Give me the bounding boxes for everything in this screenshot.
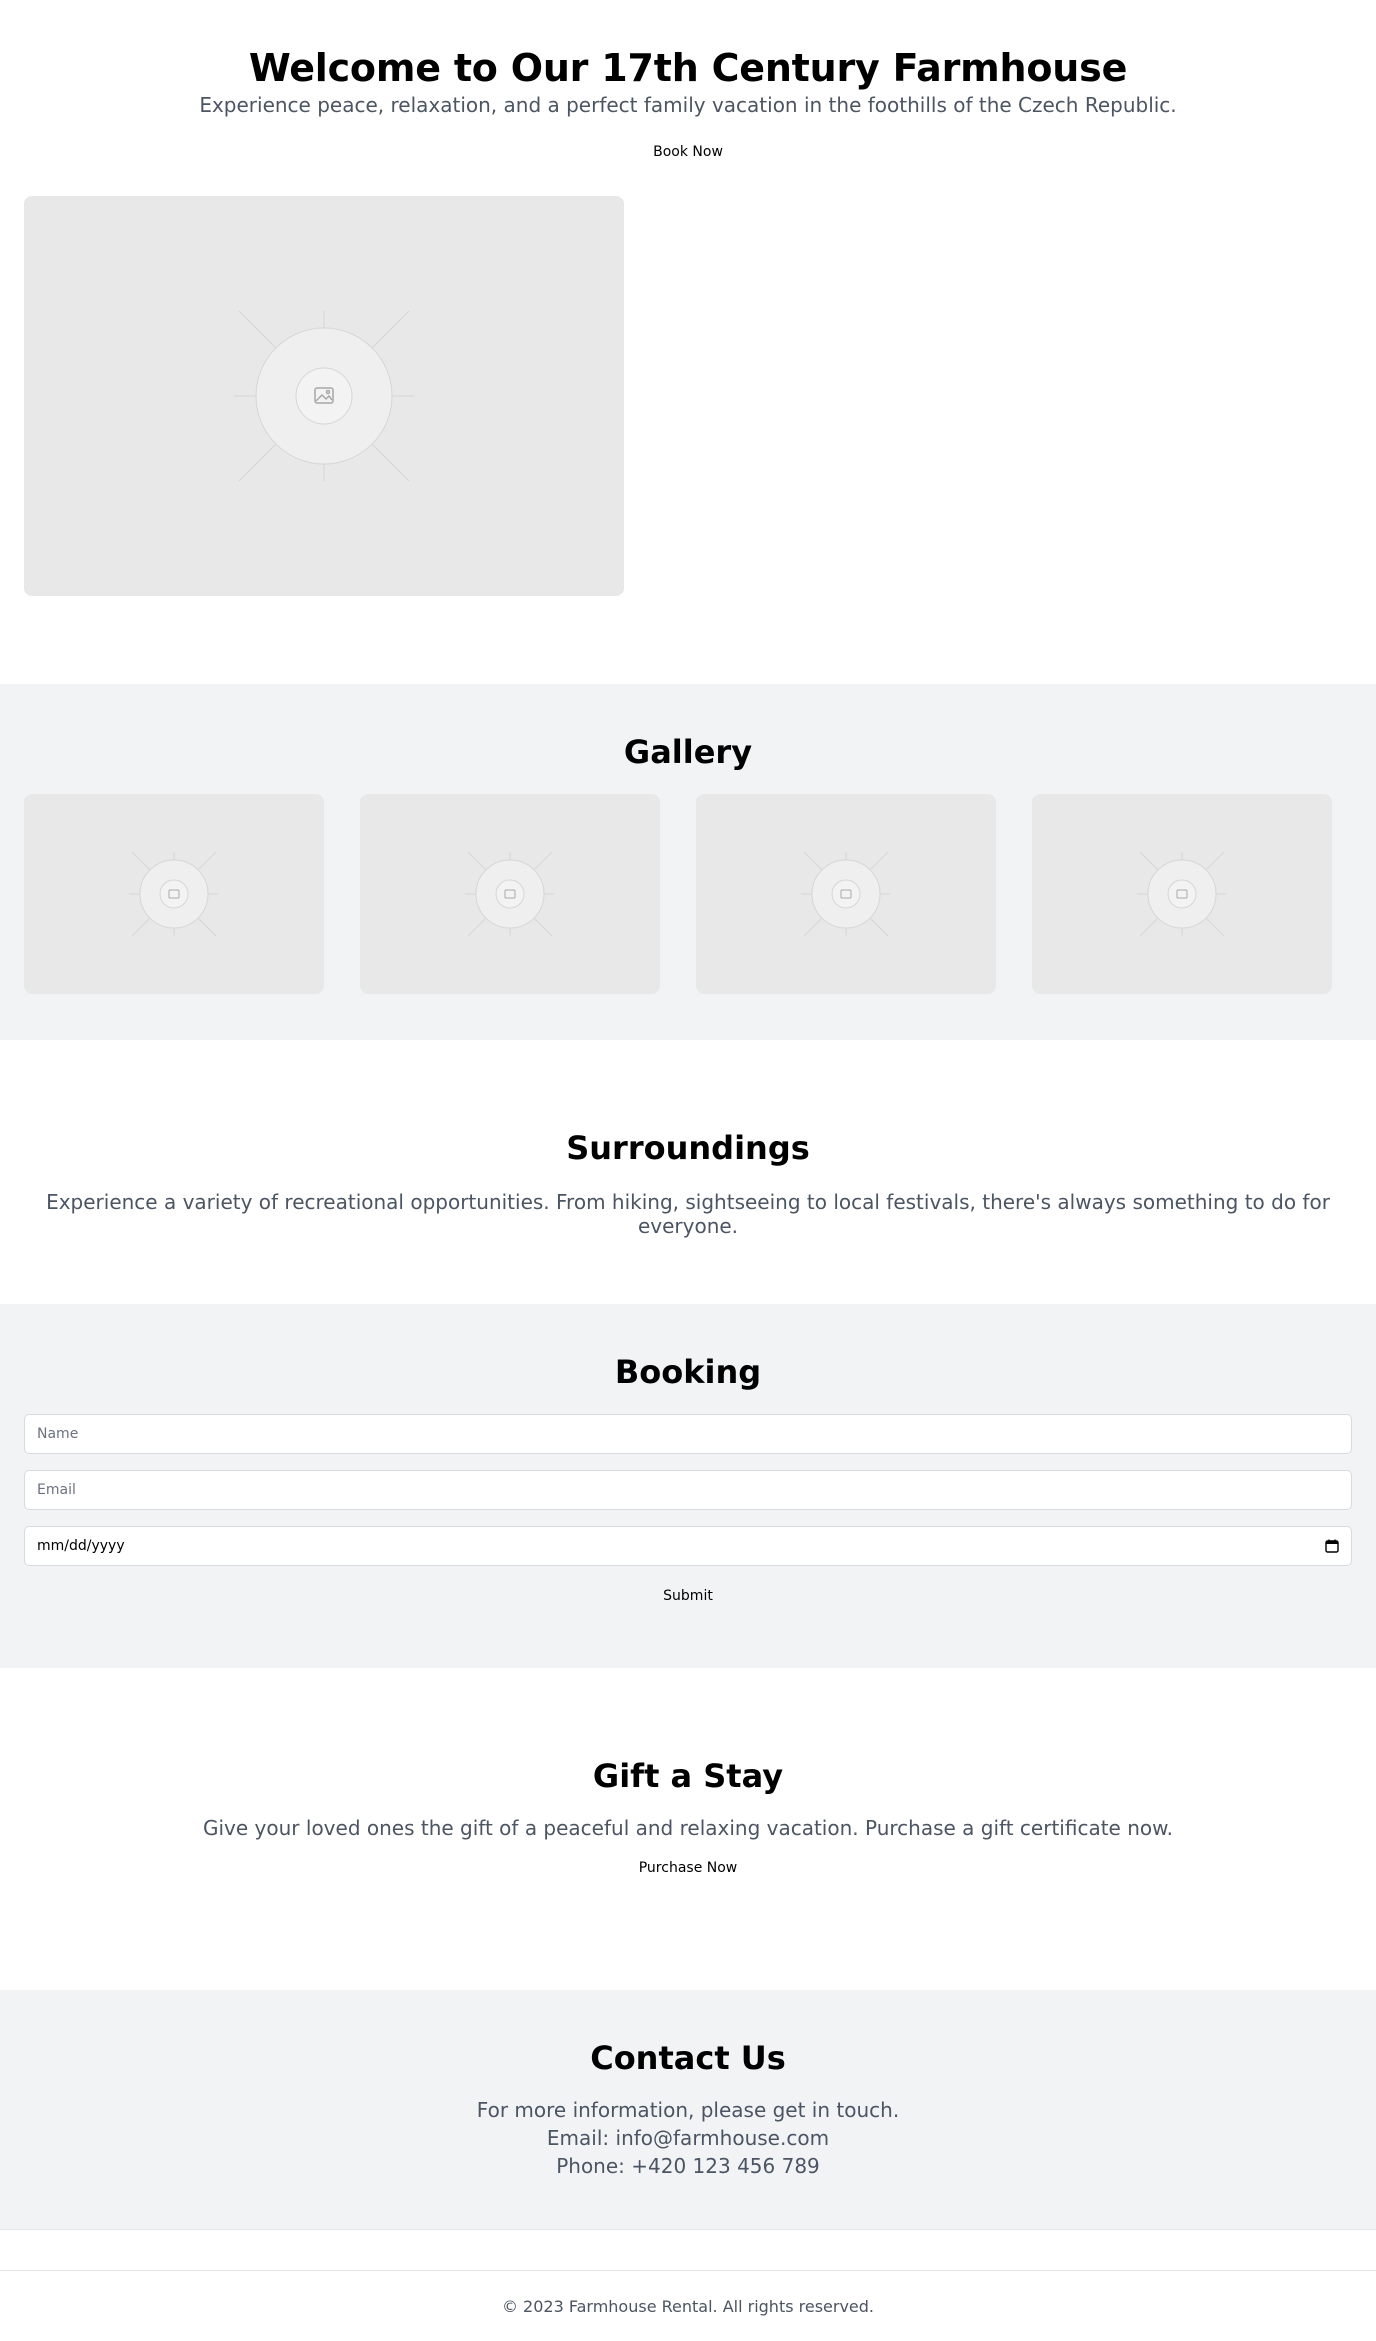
booking-section: Booking Name Email mm/dd/yyyy Submit (0, 1304, 1376, 1668)
book-now-button[interactable]: Book Now (645, 140, 731, 164)
purchase-now-button[interactable]: Purchase Now (631, 1856, 746, 1880)
booking-title: Booking (614, 1353, 762, 1391)
hero-subtitle: Experience peace, relaxation, and a perf… (199, 93, 1177, 117)
hero-image (24, 196, 624, 596)
gallery-section: Gallery (0, 684, 1376, 1040)
copyright-text: © 2023 Farmhouse Rental. All rights rese… (501, 2297, 875, 2316)
contact-title: Contact Us (590, 2039, 786, 2077)
name-field[interactable]: Name (24, 1414, 1352, 1454)
gallery-image-1[interactable] (24, 794, 324, 994)
gift-title: Gift a Stay (592, 1757, 784, 1795)
image-placeholder-icon (234, 310, 414, 482)
contact-section: Contact Us For more information, please … (0, 1990, 1376, 2230)
image-placeholder-icon (129, 851, 219, 937)
image-placeholder-icon (1137, 851, 1227, 937)
date-field-value: mm/dd/yyyy (37, 1538, 125, 1554)
gift-text: Give your loved ones the gift of a peace… (203, 1816, 1173, 1840)
contact-phone: Phone: +420 123 456 789 (556, 2154, 820, 2178)
submit-button[interactable]: Submit (655, 1584, 721, 1608)
surroundings-section: Surroundings Experience a variety of rec… (0, 1040, 1376, 1304)
contact-intro: For more information, please get in touc… (476, 2098, 900, 2122)
gallery-image-4[interactable] (1032, 794, 1332, 994)
date-field[interactable]: mm/dd/yyyy (24, 1526, 1352, 1566)
hero-title: Welcome to Our 17th Century Farmhouse (248, 46, 1128, 90)
booking-form: Name Email mm/dd/yyyy Submit (0, 1414, 1376, 1608)
email-field-placeholder: Email (37, 1482, 76, 1498)
gallery-image-3[interactable] (696, 794, 996, 994)
email-field[interactable]: Email (24, 1470, 1352, 1510)
surroundings-text: Experience a variety of recreational opp… (46, 1190, 1330, 1238)
image-placeholder-icon (465, 851, 555, 937)
surroundings-title: Surroundings (566, 1129, 810, 1167)
gift-section: Gift a Stay Give your loved ones the gif… (0, 1668, 1376, 1990)
hero-section: Welcome to Our 17th Century Farmhouse Ex… (0, 0, 1376, 684)
gallery-image-2[interactable] (360, 794, 660, 994)
image-placeholder-icon (801, 851, 891, 937)
footer-spacer (0, 2230, 1376, 2270)
name-field-placeholder: Name (37, 1426, 79, 1442)
gallery-title: Gallery (623, 733, 753, 771)
gallery-grid (0, 794, 1376, 994)
contact-email: Email: info@farmhouse.com (546, 2126, 830, 2150)
calendar-icon[interactable] (1325, 1539, 1339, 1553)
footer: © 2023 Farmhouse Rental. All rights rese… (0, 2270, 1376, 2341)
